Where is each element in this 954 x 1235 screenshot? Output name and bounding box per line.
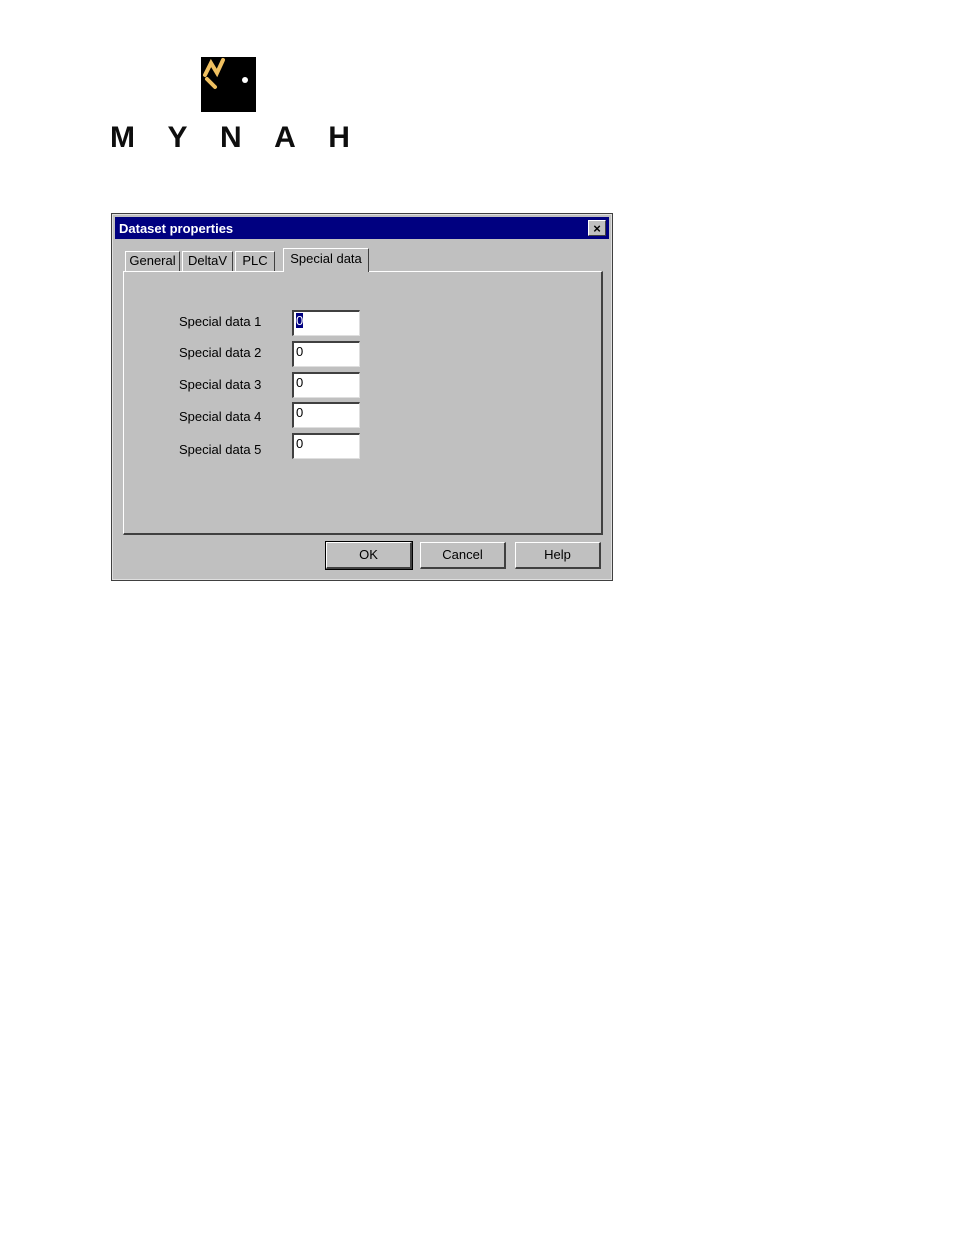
special-data-5-input[interactable]: 0 [292, 433, 360, 459]
special-data-2-input[interactable]: 0 [292, 341, 360, 367]
mynah-wordmark: M Y N A H [110, 122, 350, 154]
help-button[interactable]: Help [515, 542, 601, 569]
dialog-title: Dataset properties [119, 221, 234, 236]
cancel-button[interactable]: Cancel [420, 542, 506, 569]
special-data-3-label: Special data 3 [179, 377, 262, 392]
special-data-4-label: Special data 4 [179, 409, 262, 424]
special-data-4-value: 0 [296, 405, 304, 420]
special-data-1-value: 0 [296, 313, 304, 328]
special-data-2-value: 0 [296, 344, 304, 359]
wordmark-letter: M [110, 121, 135, 154]
mynah-logo-icon [201, 57, 256, 112]
ok-button[interactable]: OK [325, 541, 413, 570]
special-data-1-input[interactable]: 0 [292, 310, 360, 336]
tab-general[interactable]: General [125, 251, 180, 271]
tab-deltav[interactable]: DeltaV [182, 251, 233, 271]
dataset-properties-dialog: Dataset properties × General DeltaV PLC … [111, 213, 613, 581]
special-data-3-value: 0 [296, 375, 304, 390]
special-data-5-label: Special data 5 [179, 442, 262, 457]
special-data-1-label: Special data 1 [179, 314, 262, 329]
special-data-5-value: 0 [296, 436, 304, 451]
special-data-2-label: Special data 2 [179, 345, 262, 360]
wordmark-letter: H [328, 121, 350, 154]
special-data-panel: Special data 1 0 Special data 2 0 Specia… [123, 271, 603, 535]
tab-special-data[interactable]: Special data [283, 248, 369, 272]
wordmark-letter: Y [167, 121, 188, 154]
wordmark-letter: N [219, 121, 242, 154]
close-icon: × [593, 220, 601, 236]
wordmark-letter: A [274, 121, 296, 154]
close-button[interactable]: × [588, 220, 606, 236]
dialog-titlebar[interactable]: Dataset properties × [115, 217, 609, 239]
tab-plc[interactable]: PLC [235, 251, 275, 271]
special-data-4-input[interactable]: 0 [292, 402, 360, 428]
special-data-3-input[interactable]: 0 [292, 372, 360, 398]
